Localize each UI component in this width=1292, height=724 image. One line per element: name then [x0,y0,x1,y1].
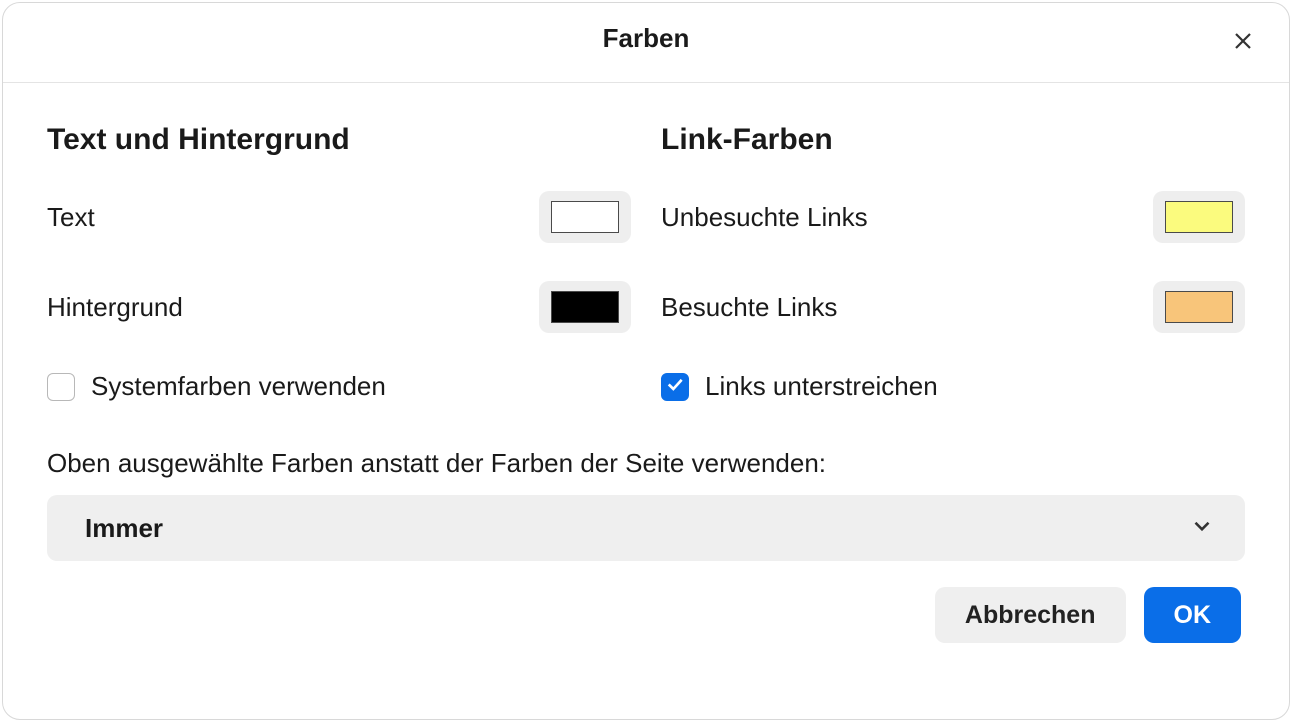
underline-links-row: Links unterstreichen [661,371,1245,402]
text-background-section: Text und Hintergrund Text Hintergrund Sy… [47,123,631,412]
close-icon [1231,29,1255,58]
use-system-colors-row: Systemfarben verwenden [47,371,631,402]
background-color-swatch[interactable] [539,281,631,333]
close-button[interactable] [1225,25,1261,61]
dialog-title: Farben [603,23,690,54]
background-color-row: Hintergrund [47,275,631,339]
text-color-row: Text [47,185,631,249]
dialog-body: Text und Hintergrund Text Hintergrund Sy… [3,83,1289,719]
ok-button[interactable]: OK [1144,587,1242,643]
check-icon [665,374,685,399]
visited-links-row: Besuchte Links [661,275,1245,339]
link-colors-section: Link-Farben Unbesuchte Links Besuchte Li… [661,123,1245,412]
text-color-label: Text [47,202,539,233]
background-color-label: Hintergrund [47,292,539,323]
visited-links-label: Besuchte Links [661,292,1153,323]
chevron-down-icon [1189,513,1215,544]
use-system-colors-label: Systemfarben verwenden [91,371,386,402]
override-label: Oben ausgewählte Farben anstatt der Farb… [47,448,1245,479]
override-select[interactable]: Immer [47,495,1245,561]
color-swatch [551,201,619,233]
underline-links-label: Links unterstreichen [705,371,938,402]
colors-dialog: Farben Text und Hintergrund Text Hinterg… [2,2,1290,720]
titlebar: Farben [3,3,1289,83]
cancel-button-label: Abbrechen [965,601,1096,630]
section-heading-text-bg: Text und Hintergrund [47,123,631,157]
color-swatch [1165,201,1233,233]
underline-links-checkbox[interactable] [661,373,689,401]
visited-links-swatch[interactable] [1153,281,1245,333]
use-system-colors-checkbox[interactable] [47,373,75,401]
unvisited-links-swatch[interactable] [1153,191,1245,243]
text-color-swatch[interactable] [539,191,631,243]
ok-button-label: OK [1174,601,1212,630]
cancel-button[interactable]: Abbrechen [935,587,1126,643]
dialog-footer: Abbrechen OK [47,587,1245,643]
section-heading-links: Link-Farben [661,123,1245,157]
columns: Text und Hintergrund Text Hintergrund Sy… [47,123,1245,412]
unvisited-links-row: Unbesuchte Links [661,185,1245,249]
override-select-value: Immer [85,513,1189,544]
color-swatch [1165,291,1233,323]
color-swatch [551,291,619,323]
unvisited-links-label: Unbesuchte Links [661,202,1153,233]
